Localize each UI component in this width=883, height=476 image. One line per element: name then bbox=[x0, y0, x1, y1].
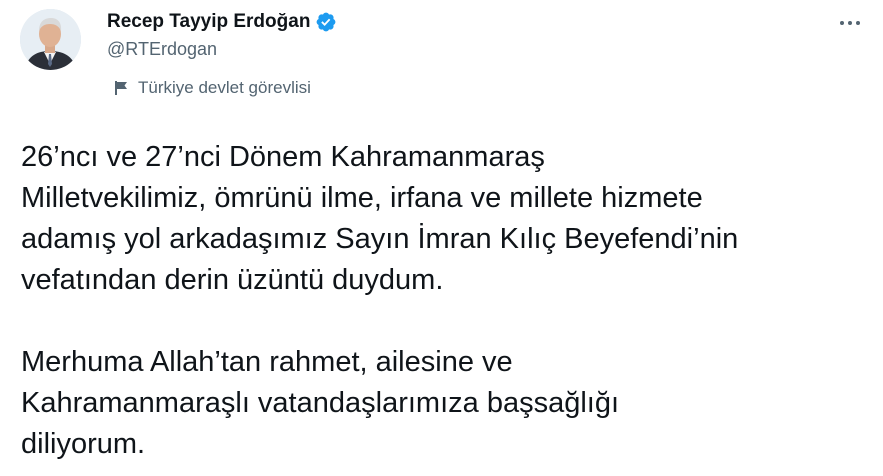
more-dot bbox=[848, 21, 852, 25]
account-label-text: Türkiye devlet görevlisi bbox=[138, 78, 311, 97]
avatar[interactable] bbox=[20, 9, 81, 70]
more-options-icon[interactable] bbox=[835, 12, 865, 34]
tweet-paragraph-2: Merhuma Allah’tan rahmet, ailesine ve Ka… bbox=[21, 342, 871, 465]
tweet-line: diliyorum. bbox=[21, 428, 146, 460]
more-dot bbox=[840, 21, 844, 25]
tweet-paragraph-1: 26’ncı ve 27’nci Dönem Kahramanmaraş Mil… bbox=[21, 137, 871, 301]
tweet-line: Merhuma Allah’tan rahmet, ailesine ve bbox=[21, 346, 513, 378]
tweet-line: Milletvekilimiz, ömrünü ilme, irfana ve … bbox=[21, 182, 703, 214]
tweet-line: 26’ncı ve 27’nci Dönem Kahramanmaraş bbox=[21, 141, 545, 173]
author-header: Recep Tayyip Erdoğan @RTErdogan bbox=[107, 9, 337, 60]
verified-badge-icon bbox=[315, 11, 337, 33]
tweet-text: 26’ncı ve 27’nci Dönem Kahramanmaraş Mil… bbox=[21, 137, 871, 465]
name-row: Recep Tayyip Erdoğan bbox=[107, 9, 337, 35]
tweet-line: adamış yol arkadaşımız Sayın İmran Kılıç… bbox=[21, 223, 739, 255]
tweet: Recep Tayyip Erdoğan @RTErdogan Türkiye … bbox=[0, 0, 883, 476]
user-handle[interactable]: @RTErdogan bbox=[107, 39, 337, 60]
account-label: Türkiye devlet görevlisi bbox=[112, 77, 311, 99]
display-name[interactable]: Recep Tayyip Erdoğan bbox=[107, 11, 310, 33]
tweet-line: Kahramanmaraşlı vatandaşlarımıza başsağl… bbox=[21, 387, 620, 419]
tweet-line: vefatından derin üzüntü duydum. bbox=[21, 264, 444, 296]
flag-icon bbox=[112, 79, 130, 97]
more-dot bbox=[856, 21, 860, 25]
